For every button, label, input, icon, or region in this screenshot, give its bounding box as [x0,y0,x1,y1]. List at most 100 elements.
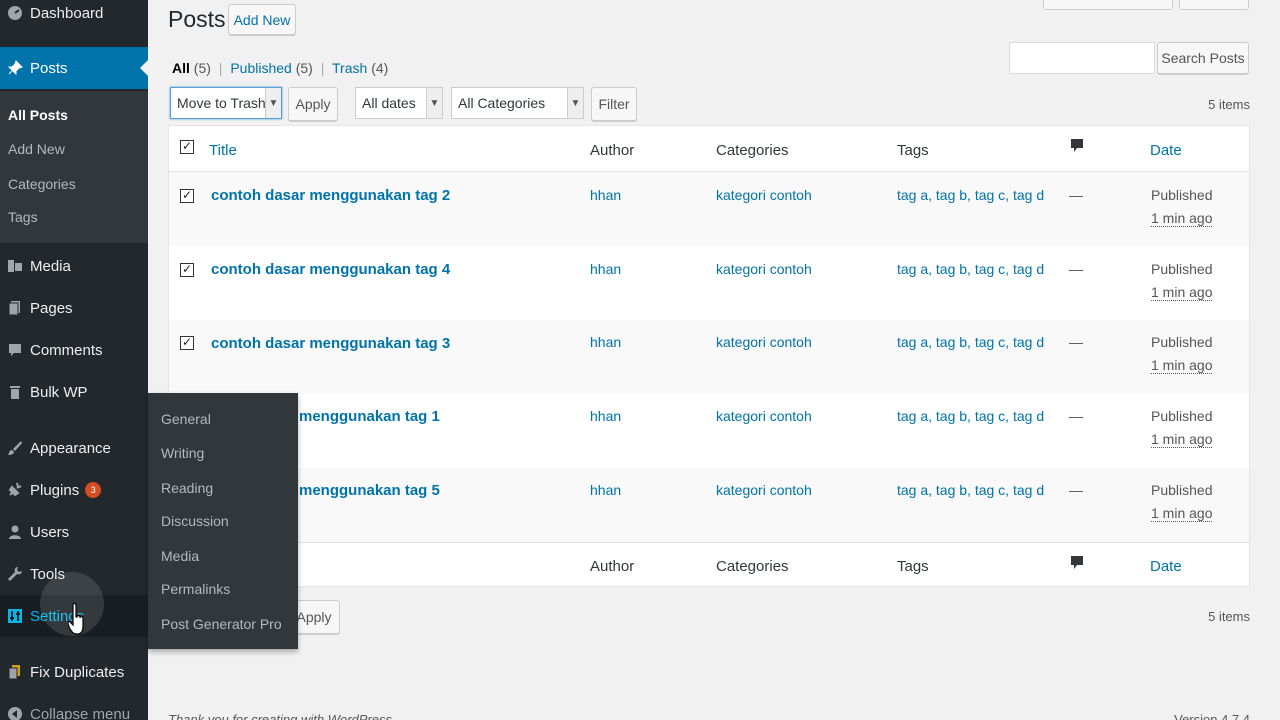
post-category-link[interactable]: kategori contoh [716,334,812,350]
post-status: Published [1151,187,1213,203]
column-date[interactable]: Date [1150,142,1182,159]
filter-trash[interactable]: Trash [332,60,367,76]
post-tags-links[interactable]: tag a, tag b, tag c, tag d [897,482,1044,498]
bulk-action-value: Move to Trash [177,95,266,111]
column-date[interactable]: Date [1150,558,1182,575]
post-title-link[interactable]: contoh dasar menggunakan tag 3 [211,335,450,352]
filter-button[interactable]: Filter [591,87,637,121]
main-content: Posts Add New Search Posts All (5) | Pub… [148,0,1280,720]
menu-bulk-wp[interactable]: Bulk WP [0,371,148,413]
menu-posts[interactable]: Posts [0,47,148,89]
menu-label: Collapse menu [30,705,131,720]
admin-sidebar: Dashboard Posts All Posts Add New Catego… [0,0,148,720]
post-tags-links[interactable]: tag a, tag b, tag c, tag d [897,408,1044,424]
chevron-down-icon: ▼ [265,88,281,118]
menu-dashboard[interactable]: Dashboard [0,0,148,34]
screen-options-tab[interactable] [1043,0,1173,10]
post-tags-links[interactable]: tag a, tag b, tag c, tag d [897,334,1044,350]
select-all-checkbox[interactable]: ✓ [180,140,194,154]
post-date: 1 min ago [1151,357,1213,374]
post-category-link[interactable]: kategori contoh [716,261,812,277]
post-title-link[interactable]: contoh dasar menggunakan tag 2 [211,187,450,204]
post-tags-links[interactable]: tag a, tag b, tag c, tag d [897,261,1044,277]
posts-table: ✓ Title Author Categories Tags Date ✓ co… [168,125,1250,587]
menu-users[interactable]: Users [0,511,148,553]
media-icon [0,258,30,274]
submenu-categories[interactable]: Categories [8,176,76,192]
post-title-link[interactable]: contoh dasar menggunakan tag 4 [211,261,450,278]
flyout-writing[interactable]: Writing [161,445,204,461]
column-title[interactable]: Title [209,142,237,159]
post-date: 1 min ago [1151,431,1213,448]
comment-bubble-icon[interactable] [1071,556,1083,570]
settings-flyout-menu: General Writing Reading Discussion Media… [148,393,298,649]
row-checkbox[interactable]: ✓ [180,336,194,350]
column-author: Author [590,142,635,159]
flyout-post-generator-pro[interactable]: Post Generator Pro [161,616,282,632]
menu-label: Comments [30,341,103,359]
comment-bubble-icon[interactable] [1071,139,1083,153]
submenu-add-new[interactable]: Add New [8,141,65,157]
submenu-tags[interactable]: Tags [8,209,38,225]
search-input[interactable] [1009,42,1155,74]
filter-all[interactable]: All [172,60,190,76]
column-tags: Tags [897,558,929,575]
table-row: ✓ contoh dasar menggunakan tag 3 hhan ka… [169,320,1249,394]
table-row: ✓ contoh dasar menggunakan tag 2 hhan ka… [169,172,1249,246]
post-status: Published [1151,334,1213,350]
flyout-permalinks[interactable]: Permalinks [161,581,230,597]
post-tags-links[interactable]: tag a, tag b, tag c, tag d [897,187,1044,203]
menu-label: Bulk WP [30,383,88,401]
menu-appearance[interactable]: Appearance [0,427,148,469]
search-posts-button[interactable]: Search Posts [1157,42,1249,74]
row-checkbox[interactable]: ✓ [180,263,194,277]
filter-published-count: (5) [295,60,313,76]
post-author-link[interactable]: hhan [590,334,621,350]
flyout-discussion[interactable]: Discussion [161,513,229,529]
separator: | [218,60,223,76]
menu-collapse[interactable]: Collapse menu [0,693,148,720]
menu-fix-duplicates[interactable]: Fix Duplicates [0,651,148,693]
pages-icon [0,300,30,316]
table-footer: Author Categories Tags Date [169,542,1249,587]
post-author-link[interactable]: hhan [590,261,621,277]
post-category-link[interactable]: kategori contoh [716,482,812,498]
menu-plugins[interactable]: Plugins 3 [0,469,148,511]
date-filter-select[interactable]: All dates ▼ [355,87,443,119]
menu-media[interactable]: Media [0,245,148,287]
menu-label: Plugins [30,481,80,499]
post-title-link[interactable]: menggunakan tag 1 [299,408,440,425]
flyout-reading[interactable]: Reading [161,480,213,496]
apply-button[interactable]: Apply [288,87,338,121]
menu-label: Media [30,257,71,275]
bulk-action-select[interactable]: Move to Trash ▼ [170,87,282,119]
post-date: 1 min ago [1151,210,1213,227]
filter-published[interactable]: Published [230,60,292,76]
chevron-down-icon: ▼ [567,88,583,118]
submenu-all-posts[interactable]: All Posts [8,107,68,123]
separator: | [320,60,325,76]
comment-count: — [1069,261,1083,277]
comment-count: — [1069,408,1083,424]
help-tab[interactable] [1179,0,1249,10]
menu-pages[interactable]: Pages [0,287,148,329]
add-new-button[interactable]: Add New [228,4,296,35]
post-category-link[interactable]: kategori contoh [716,408,812,424]
filter-all-count: (5) [193,60,211,76]
post-status: Published [1151,482,1213,498]
post-category-link[interactable]: kategori contoh [716,187,812,203]
menu-comments[interactable]: Comments [0,329,148,371]
table-header: ✓ Title Author Categories Tags Date [169,126,1249,172]
hand-pointer-cursor-icon [67,602,86,642]
date-filter-value: All dates [362,95,416,111]
post-author-link[interactable]: hhan [590,187,621,203]
post-author-link[interactable]: hhan [590,482,621,498]
flyout-media[interactable]: Media [161,548,199,564]
row-checkbox[interactable]: ✓ [180,189,194,203]
category-filter-select[interactable]: All Categories ▼ [451,87,584,119]
flyout-general[interactable]: General [161,411,211,427]
wrench-icon [0,566,30,582]
post-title-link[interactable]: menggunakan tag 5 [299,482,440,499]
post-status: Published [1151,261,1213,277]
post-author-link[interactable]: hhan [590,408,621,424]
